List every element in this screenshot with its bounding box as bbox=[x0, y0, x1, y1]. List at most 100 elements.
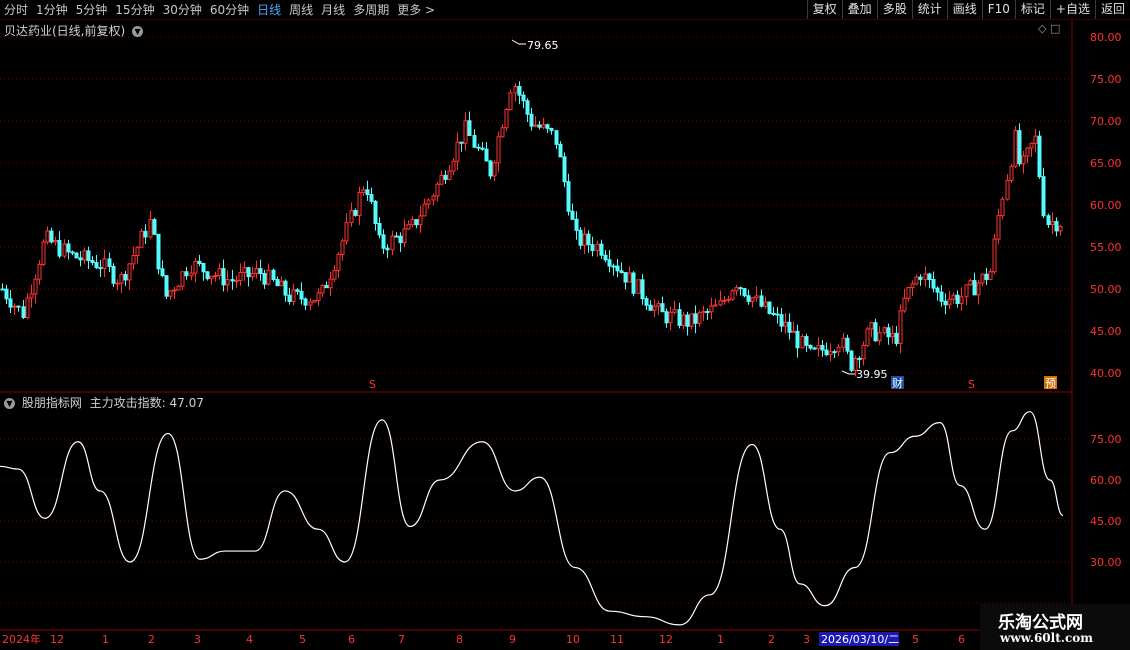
candle-body bbox=[513, 85, 518, 94]
candle-body bbox=[861, 344, 866, 360]
main-chart-title: 贝达药业(日线,前复权) ▼ bbox=[4, 22, 144, 39]
candle-body bbox=[82, 250, 87, 261]
time-label: 8 bbox=[456, 633, 463, 646]
candle-body bbox=[230, 279, 235, 282]
candle-body bbox=[4, 288, 9, 300]
candle-body bbox=[418, 215, 423, 226]
indicator-line bbox=[0, 411, 1064, 626]
candle-body bbox=[1025, 147, 1030, 157]
candle-body bbox=[759, 295, 764, 307]
candle-body bbox=[951, 294, 956, 300]
candle-body bbox=[45, 230, 50, 243]
candle-body bbox=[787, 321, 792, 333]
candle-body bbox=[914, 276, 919, 285]
candle-body bbox=[697, 312, 702, 324]
candle-body bbox=[484, 148, 489, 162]
price-tick: 45.00 bbox=[1090, 325, 1122, 338]
candle-body bbox=[672, 309, 677, 313]
candle-body bbox=[139, 230, 144, 248]
candle-body bbox=[841, 337, 846, 348]
candle-body bbox=[935, 287, 940, 293]
main-grid bbox=[0, 36, 1072, 374]
time-label: 4 bbox=[246, 633, 253, 646]
candle-body bbox=[763, 301, 768, 307]
candle-body bbox=[554, 130, 559, 145]
candle-body bbox=[152, 219, 157, 235]
candle-body bbox=[820, 344, 825, 351]
candle-body bbox=[722, 299, 727, 302]
candle-body bbox=[832, 351, 837, 354]
candle-body bbox=[201, 262, 206, 273]
candle-body bbox=[1021, 155, 1026, 165]
candlestick-series bbox=[0, 81, 1063, 377]
candle-body bbox=[328, 278, 333, 289]
candle-body bbox=[640, 279, 645, 300]
candle-body bbox=[783, 321, 788, 327]
candle-body bbox=[435, 183, 440, 197]
chevron-down-icon[interactable]: ▼ bbox=[132, 26, 144, 37]
chevron-down-icon[interactable]: ▼ bbox=[4, 398, 15, 409]
finance-marker[interactable]: 财 bbox=[892, 376, 903, 390]
candle-body bbox=[947, 298, 952, 306]
candle-body bbox=[209, 275, 214, 280]
candle-body bbox=[414, 219, 419, 226]
candle-body bbox=[0, 288, 5, 291]
time-label: 10 bbox=[566, 633, 580, 646]
candle-body bbox=[906, 286, 911, 299]
candle-body bbox=[410, 219, 415, 226]
time-label: 11 bbox=[610, 633, 624, 646]
square-icon[interactable]: □ bbox=[1050, 22, 1060, 35]
candle-body bbox=[959, 296, 964, 304]
candle-body bbox=[1050, 221, 1055, 226]
candle-body bbox=[570, 210, 575, 220]
kline-chart-canvas[interactable]: 80.00 75.00 70.00 65.00 60.00 55.00 50.0… bbox=[0, 0, 1130, 650]
candle-body bbox=[644, 298, 649, 306]
candle-body bbox=[562, 156, 567, 183]
candle-body bbox=[992, 238, 997, 273]
price-tick: 40.00 bbox=[1090, 367, 1122, 380]
low-price-label: 39.95 bbox=[856, 368, 888, 381]
candle-body bbox=[898, 310, 903, 344]
candle-body bbox=[664, 311, 669, 324]
candle-body bbox=[890, 332, 895, 338]
candle-body bbox=[525, 100, 530, 115]
candle-body bbox=[1058, 225, 1063, 232]
time-label: 6 bbox=[348, 633, 355, 646]
candle-body bbox=[431, 195, 436, 201]
candle-body bbox=[353, 210, 358, 216]
candle-body bbox=[119, 273, 124, 284]
candle-body bbox=[623, 272, 628, 283]
candle-body bbox=[812, 347, 817, 350]
candle-body bbox=[709, 305, 714, 313]
candle-body bbox=[148, 219, 153, 238]
candle-body bbox=[476, 146, 481, 149]
diamond-icon[interactable]: ◇ bbox=[1038, 22, 1046, 35]
candle-body bbox=[467, 120, 472, 136]
forecast-marker[interactable]: 预 bbox=[1045, 377, 1056, 390]
candle-body bbox=[299, 290, 304, 300]
candle-body bbox=[369, 194, 374, 202]
candle-body bbox=[1046, 215, 1051, 226]
signal-marker[interactable]: S bbox=[369, 378, 376, 391]
candle-body bbox=[279, 280, 284, 287]
time-label: 9 bbox=[509, 633, 516, 646]
candle-body bbox=[193, 260, 198, 274]
candle-body bbox=[549, 127, 554, 132]
candle-body bbox=[439, 174, 444, 185]
candle-body bbox=[463, 120, 468, 144]
candle-body bbox=[156, 233, 161, 270]
candle-body bbox=[160, 268, 165, 277]
signal-marker[interactable]: S bbox=[968, 378, 975, 391]
candle-body bbox=[968, 280, 973, 286]
candle-body bbox=[713, 304, 718, 307]
candle-body bbox=[611, 265, 616, 268]
candle-body bbox=[258, 268, 263, 274]
candle-body bbox=[984, 273, 989, 280]
candle-body bbox=[845, 337, 850, 352]
candle-body bbox=[180, 271, 185, 287]
candle-body bbox=[533, 124, 538, 127]
candle-body bbox=[504, 109, 509, 129]
time-label: 3 bbox=[803, 633, 810, 646]
candle-body bbox=[754, 295, 759, 299]
time-label: 2024年 bbox=[2, 632, 41, 646]
